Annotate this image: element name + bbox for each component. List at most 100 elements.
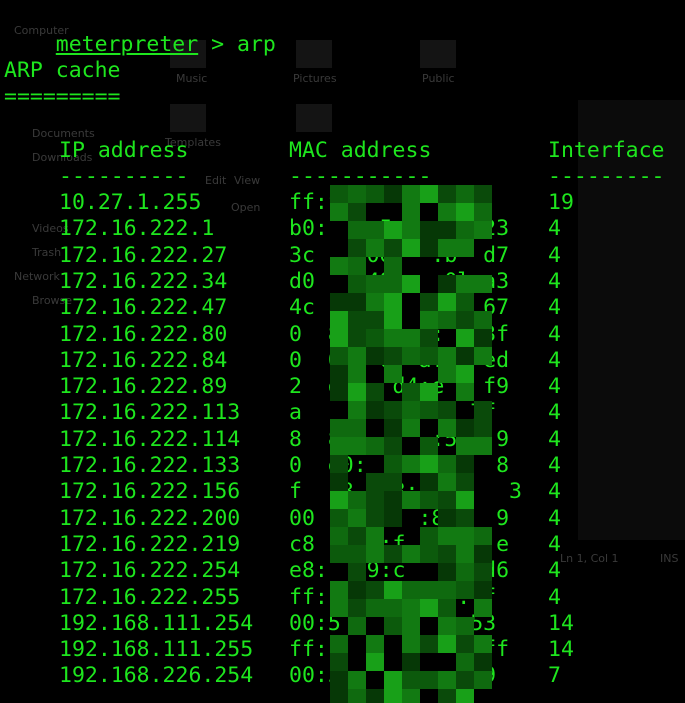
table-row: 172.16.222.114 8 85 :5d 9 4 [0,427,685,453]
bg-folder-icon [170,104,206,132]
row-interface: 4 [548,584,561,610]
arp-cache-title: ARP cache [4,58,121,83]
row-interface: 4 [548,558,561,584]
row-ip: 172.16.222.84 [59,347,228,373]
row-ip: 172.16.222.27 [59,242,228,268]
header-ip: IP address [59,138,189,163]
row-interface: 14 [548,610,574,636]
row-ip: 10.27.1.255 [59,190,202,215]
header-interface: Interface [548,138,665,163]
row-interface: 14 [548,637,574,663]
censor-pixel [366,689,384,703]
table-row: 172.16.222.255 ff: :ff 4 [0,585,685,611]
censor-pixel [348,689,366,703]
row-mac: f 18 8: :b 3 [289,479,522,505]
row-ip: 172.16.222.254 [59,558,241,584]
censor-pixel [402,689,420,703]
table-header: IP address MAC address Interface [0,138,685,164]
censor-pixel [330,689,348,703]
censor-pixel [384,689,402,703]
row-interface: 19 [548,190,574,215]
command-text: > arp [198,32,276,57]
table-row: 192.168.111.254 00:5 :53 14 [0,611,685,637]
row-ip: 172.16.222.47 [59,295,228,321]
row-ip: 172.16.222.255 [59,584,241,610]
row-ip: 172.16.222.113 [59,400,241,426]
row-ip: 172.16.222.156 [59,479,241,505]
row-mac: 4c :75: e 67 [289,295,510,321]
bg-folder-icon [296,104,332,132]
table-row: 172.16.222.47 4c :75: e 67 4 [0,295,685,321]
row-ip: 172.16.222.89 [59,374,228,400]
row-interface: 4 [548,268,561,294]
row-mac: c8 76:f 78 e [289,531,510,557]
row-interface: 4 [548,321,561,347]
row-interface: 4 [548,505,561,531]
row-ip: 172.16.222.200 [59,505,241,531]
bg-folder-icon [296,40,332,68]
row-interface: 4 [548,531,561,557]
bg-label: Music [176,72,208,85]
row-mac: 0 8 ff: : 3f [289,321,510,347]
row-ip: 192.168.111.254 [59,610,254,636]
row-mac: 00:5 :53 [289,610,497,636]
table-row: 172.16.222.200 00 2:9 :85 9 4 [0,506,685,532]
table-row: 172.16.222.133 0 e0: 3 8 4 [0,453,685,479]
row-interface: 4 [548,295,561,321]
row-ip: 172.16.222.114 [59,426,241,452]
command-line[interactable]: meterpreter > arp [4,6,276,57]
row-mac: ff: f:ff [289,637,510,663]
row-interface: 4 [548,479,561,505]
row-ip: 172.16.222.219 [59,531,241,557]
row-mac: ff: :ff [289,584,497,610]
bg-folder-icon [420,40,456,68]
row-mac: ff:f ff [289,190,484,215]
row-mac: 8 85 :5d 9 [289,426,510,452]
censor-pixel [456,689,474,703]
row-interface: 4 [548,242,561,268]
row-mac: 00 2:9 :85 9 [289,505,510,531]
row-interface: 4 [548,216,561,242]
row-interface: 4 [548,374,561,400]
row-mac: 00:5 :19 [289,663,497,689]
table-row: 172.16.222.113 a : 98 7f 4 [0,400,685,426]
row-interface: 4 [548,426,561,452]
table-row: 172.16.222.156 f 18 8: :b 3 4 [0,479,685,505]
row-interface: 4 [548,400,561,426]
terminal-window[interactable]: Computer Music Pictures Public Documents… [0,0,685,703]
row-mac: 0 0e 6 a:5 ed [289,347,510,373]
bg-label: Public [422,72,455,85]
table-row: 192.168.226.254 00:5 :19 7 [0,663,685,689]
row-mac: 3c :0e. :b d7 [289,242,510,268]
table-row: 172.16.222.27 3c :0e. :b d7 4 [0,243,685,269]
table-header-rule: ---------- ----------- --------- [0,164,685,190]
row-ip: 172.16.222.80 [59,321,228,347]
row-mac: d0 :49: 0l a3 [289,268,510,294]
header-mac: MAC address [289,138,432,163]
table-row: 172.16.222.219 c8 76:f 78 e 4 [0,532,685,558]
row-mac: 2 d2: d4:e f9 [289,374,510,400]
row-mac: b0: :5 a:4 23 [289,216,510,242]
table-row: 172.16.222.84 0 0e 6 a:5 ed 4 [0,348,685,374]
row-ip: 172.16.222.133 [59,453,241,478]
arp-cache-underline: ========= [4,84,121,109]
censor-pixel [438,689,456,703]
bg-label: Pictures [293,72,337,85]
row-ip: 192.168.111.255 [59,637,254,663]
row-mac: 0 e0: 3 8 [289,453,510,478]
row-ip: 192.168.226.254 [59,663,254,689]
row-ip: 172.16.222.34 [59,268,228,294]
table-row: 172.16.222.89 2 d2: d4:e f9 4 [0,374,685,400]
row-mac: e8: 19:c 5 d6 [289,558,510,584]
table-row: 192.168.111.255 ff: f:ff 14 [0,637,685,663]
table-row: 172.16.222.1 b0: :5 a:4 23 4 [0,216,685,242]
table-row: 172.16.222.80 0 8 ff: : 3f 4 [0,322,685,348]
row-interface: 7 [548,663,561,689]
row-interface: 4 [548,347,561,373]
header-rule-interface: --------- [548,164,665,189]
row-ip: 172.16.222.1 [59,216,215,242]
row-mac: a : 98 7f [289,400,497,426]
header-rule-ip: ---------- [59,164,189,189]
table-row: 172.16.222.34 d0 :49: 0l a3 4 [0,269,685,295]
table-row: 172.16.222.254 e8: 19:c 5 d6 4 [0,558,685,584]
